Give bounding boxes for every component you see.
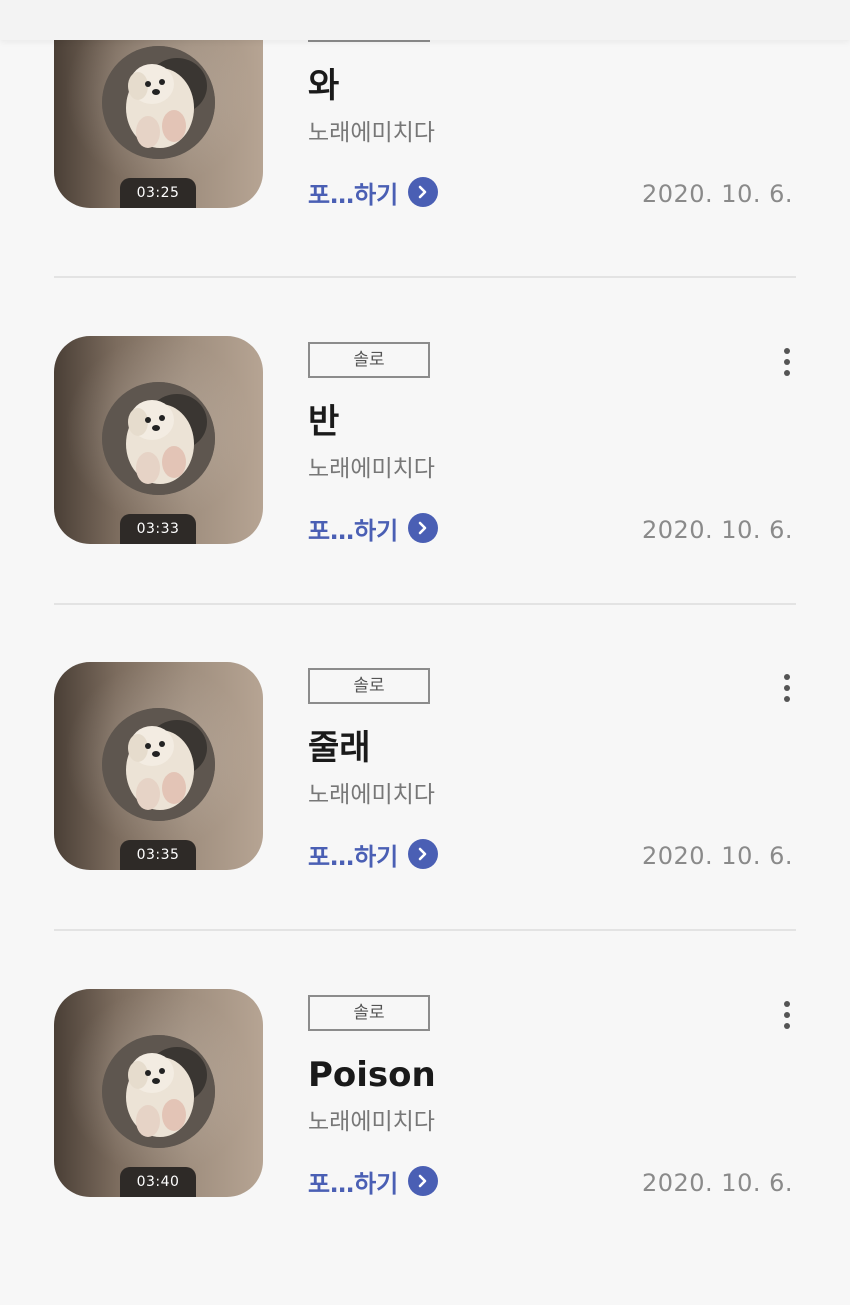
- date-text: 2020. 10. 6.: [641, 842, 793, 870]
- date-text: 2020. 10. 6.: [641, 1169, 793, 1197]
- list-item[interactable]: 03:25 솔로 와 노래에미치다 포…하기 2020. 10. 6.: [0, 0, 850, 316]
- artist-name: 노래에미치다: [308, 782, 435, 808]
- more-options-icon[interactable]: [772, 342, 802, 382]
- duration-badge: 03:35: [120, 840, 196, 870]
- chevron-right-icon: [408, 513, 439, 543]
- action-label: 포…하기: [308, 180, 399, 209]
- duration-badge: 03:33: [120, 514, 196, 544]
- song-thumbnail[interactable]: 03:35: [54, 662, 263, 870]
- song-thumbnail[interactable]: 03:33: [54, 336, 263, 544]
- dog-avatar-image: [102, 46, 215, 159]
- date-text: 2020. 10. 6.: [641, 516, 793, 544]
- dog-avatar-image: [102, 708, 215, 821]
- list-item[interactable]: 03:40 솔로 Poison 노래에미치다 포…하기 2020. 10. 6.: [0, 979, 850, 1305]
- divider: [54, 276, 796, 278]
- song-title: 줄래: [308, 728, 371, 768]
- chevron-right-icon: [408, 1166, 439, 1196]
- artist-name: 노래에미치다: [308, 1109, 435, 1135]
- top-app-bar: [0, 0, 850, 40]
- artist-name: 노래에미치다: [308, 456, 435, 482]
- date-text: 2020. 10. 6.: [641, 180, 793, 208]
- duration-badge: 03:40: [120, 1167, 196, 1197]
- duration-badge: 03:25: [120, 178, 196, 208]
- action-label: 포…하기: [308, 842, 399, 871]
- category-tag: 솔로: [308, 342, 430, 378]
- song-title: Poison: [308, 1055, 436, 1095]
- action-label: 포…하기: [308, 1169, 399, 1198]
- action-link[interactable]: 포…하기: [308, 1159, 439, 1203]
- chevron-right-icon: [408, 839, 439, 869]
- action-link[interactable]: 포…하기: [308, 170, 439, 214]
- song-title: 와: [308, 66, 340, 106]
- dog-avatar-image: [102, 1035, 215, 1148]
- category-tag: 솔로: [308, 668, 430, 704]
- song-title: 반: [308, 402, 340, 442]
- dog-avatar-image: [102, 382, 215, 495]
- more-options-icon[interactable]: [772, 995, 802, 1035]
- divider: [54, 929, 796, 931]
- more-options-icon[interactable]: [772, 668, 802, 708]
- action-link[interactable]: 포…하기: [308, 506, 439, 550]
- action-label: 포…하기: [308, 516, 399, 545]
- category-tag: 솔로: [308, 995, 430, 1031]
- song-thumbnail[interactable]: 03:40: [54, 989, 263, 1197]
- action-link[interactable]: 포…하기: [308, 832, 439, 876]
- divider: [54, 603, 796, 605]
- artist-name: 노래에미치다: [308, 120, 435, 146]
- chevron-right-icon: [408, 177, 439, 207]
